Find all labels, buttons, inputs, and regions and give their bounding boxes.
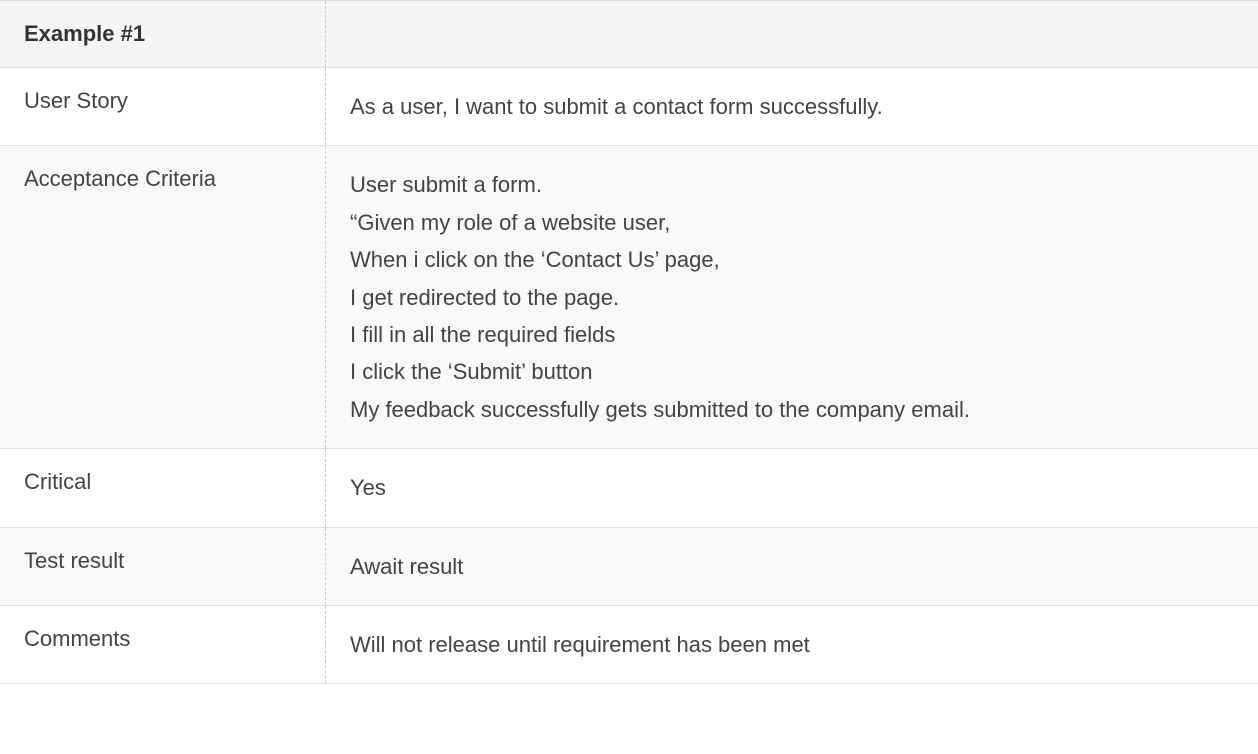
example-title: Example #1: [24, 21, 145, 47]
row-label-comments: Comments: [24, 626, 130, 652]
row-label-cell: Test result: [0, 528, 326, 605]
row-value-cell: Yes: [326, 449, 1258, 526]
row-value-test-result: Await result: [350, 548, 463, 585]
header-right-cell: [326, 1, 1258, 67]
row-value-cell: As a user, I want to submit a contact fo…: [326, 68, 1258, 145]
table-row: Comments Will not release until requirem…: [0, 606, 1258, 684]
row-value-cell: User submit a form. “Given my role of a …: [326, 146, 1258, 448]
row-label-critical: Critical: [24, 469, 91, 495]
row-value-critical: Yes: [350, 469, 386, 506]
header-left-cell: Example #1: [0, 1, 326, 67]
table-row: Test result Await result: [0, 528, 1258, 606]
row-value-acceptance-criteria: User submit a form. “Given my role of a …: [350, 166, 970, 428]
row-value-cell: Will not release until requirement has b…: [326, 606, 1258, 683]
row-value-user-story: As a user, I want to submit a contact fo…: [350, 88, 883, 125]
table-row: Critical Yes: [0, 449, 1258, 527]
row-value-cell: Await result: [326, 528, 1258, 605]
table-row: User Story As a user, I want to submit a…: [0, 68, 1258, 146]
row-label-cell: Critical: [0, 449, 326, 526]
row-label-cell: Acceptance Criteria: [0, 146, 326, 448]
table-row: Acceptance Criteria User submit a form. …: [0, 146, 1258, 449]
row-label-cell: User Story: [0, 68, 326, 145]
table-header-row: Example #1: [0, 0, 1258, 68]
row-label-user-story: User Story: [24, 88, 128, 114]
row-label-acceptance-criteria: Acceptance Criteria: [24, 166, 216, 192]
row-label-test-result: Test result: [24, 548, 124, 574]
requirements-table: Example #1 User Story As a user, I want …: [0, 0, 1258, 684]
row-value-comments: Will not release until requirement has b…: [350, 626, 810, 663]
row-label-cell: Comments: [0, 606, 326, 683]
